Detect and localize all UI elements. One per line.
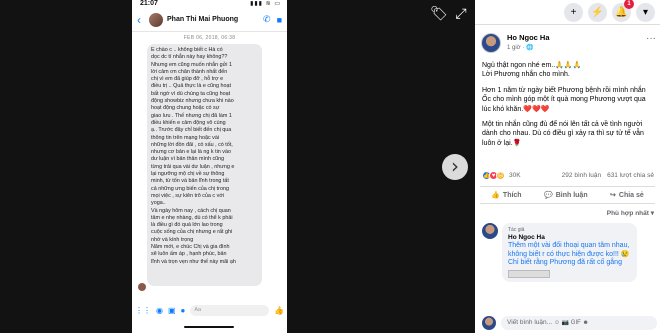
phone-call-icon: ✆ xyxy=(263,14,271,24)
top-navigation: + ⚡ 🔔 1 ▾ xyxy=(475,0,660,24)
composer-input: Aa xyxy=(190,304,270,316)
post-timestamp[interactable]: 1 giờ · 🌐 xyxy=(507,44,550,51)
post-paragraph: Hơn 1 năm từ ngày biết Phương bệnh rồi m… xyxy=(482,86,646,113)
phone-status-bar: 21:07 ▮▮▮ ≋ ▭ xyxy=(132,0,287,8)
message-composer: ⋮⋮ ◉ ▣ ● Aa 👍 xyxy=(132,300,287,320)
commenter-avatar[interactable] xyxy=(482,223,498,239)
tag-icon[interactable]: 🏷 xyxy=(430,5,448,21)
comment-author-name[interactable]: Ho Ngoc Ha xyxy=(508,234,631,241)
comment-composer: Viết bình luận... ☺ 📷 GIF ☻ xyxy=(482,314,657,332)
current-user-avatar xyxy=(482,316,496,330)
comment-image-thumbnail[interactable] xyxy=(508,269,550,278)
sender-avatar xyxy=(138,283,146,291)
chat-contact-name: Phan Thi Mai Phuong xyxy=(167,16,239,23)
author-avatar[interactable] xyxy=(481,33,501,53)
post-paragraph: Ngủ thật ngon nhé em..🙏🙏🙏 Lời Phương nhắ… xyxy=(482,62,582,79)
share-icon: ↪ xyxy=(610,192,616,199)
comment-sort-dropdown[interactable]: Phù hợp nhất ▾ xyxy=(571,209,654,217)
image-icon: ▣ xyxy=(167,305,176,315)
comment-bubble: Tác giả Ho Ngoc Ha Thêm một vài đối thoạ… xyxy=(502,223,637,282)
mic-icon: ● xyxy=(180,305,186,315)
phone-status-icons: ▮▮▮ ≋ ▭ xyxy=(250,1,281,7)
post-actions: 👍 Thích 💬 Bình luận ↪ Chia sẻ xyxy=(480,186,655,204)
next-photo-button[interactable]: › xyxy=(442,154,468,180)
comment-input[interactable]: Viết bình luận... ☺ 📷 GIF ☻ xyxy=(501,316,657,330)
post-panel: Ho Ngoc Ha 1 giờ · 🌐 ··· Ngủ thật ngon n… xyxy=(475,24,660,333)
message-text: E chào c .. không biết c Hà có dọc dc tí… xyxy=(151,47,236,265)
post-paragraph: Một tin nhắn cũng đủ để nói lên tất cả v… xyxy=(482,121,644,147)
share-label: Chia sẻ xyxy=(618,191,644,199)
message-bubble: E chào c .. không biết c Hà có dọc dc tí… xyxy=(147,44,262,286)
notification-badge: 1 xyxy=(624,0,634,9)
chat-avatar xyxy=(149,12,163,27)
back-arrow-icon: ‹ xyxy=(137,12,141,27)
comment-button[interactable]: 💬 Bình luận xyxy=(544,191,588,200)
messenger-screenshot-photo: 21:07 ▮▮▮ ≋ ▭ ‹ Phan Thi Mai Phuong ✆ ■ … xyxy=(132,0,287,333)
share-button[interactable]: ↪ Chia sẻ xyxy=(610,191,644,200)
phone-status-time: 21:07 xyxy=(140,0,158,7)
plus-icon[interactable]: + xyxy=(564,2,583,22)
comment-icon: 💬 xyxy=(544,192,553,199)
camera-icon: ◉ xyxy=(156,305,163,315)
chat-header: ‹ Phan Thi Mai Phuong ✆ ■ xyxy=(132,8,287,32)
home-indicator xyxy=(184,326,234,328)
share-count[interactable]: 631 lượt chia sẻ xyxy=(607,172,654,179)
chevron-down-icon[interactable]: ▾ xyxy=(636,2,655,22)
post-header: Ho Ngoc Ha 1 giờ · 🌐 ··· xyxy=(481,33,656,57)
like-button[interactable]: 👍 Thích xyxy=(491,191,522,200)
like-label: Thích xyxy=(502,191,522,199)
like-icon: 👍 xyxy=(274,305,284,315)
comment-count[interactable]: 292 bình luận xyxy=(562,172,601,179)
comment-input-tools[interactable]: ☺ 📷 GIF ☻ xyxy=(554,320,594,326)
bell-icon[interactable]: 🔔 1 xyxy=(612,0,634,22)
post-body: Ngủ thật ngon nhé em..🙏🙏🙏 Lời Phương nhắ… xyxy=(482,61,654,154)
chat-date-divider: FEB 06, 2018, 06:38 xyxy=(183,35,236,41)
post-author-name[interactable]: Ho Ngoc Ha xyxy=(507,33,550,42)
comment-text: Thêm một vài đối thoại quan tâm nhau, kh… xyxy=(508,242,630,267)
comment-input-placeholder: Viết bình luận... xyxy=(507,319,553,326)
expand-icon[interactable]: ⤢ xyxy=(452,4,470,22)
author-tag-label: Tác giả xyxy=(508,227,525,233)
comment-label: Bình luận xyxy=(555,191,588,199)
thumbs-up-icon: 👍 xyxy=(491,192,500,199)
more-options-icon[interactable]: ··· xyxy=(646,33,656,57)
author-meta: Ho Ngoc Ha 1 giờ · 🌐 xyxy=(507,33,550,57)
sad-reaction-icon[interactable]: ☹ xyxy=(496,170,505,180)
grid-icon: ⋮⋮ xyxy=(135,305,151,315)
reactions-summary: 👍 ♥ ☹ 30K 292 bình luận 631 lượt chia sẻ xyxy=(482,169,654,181)
video-call-icon: ■ xyxy=(276,14,282,25)
reaction-count[interactable]: 30K xyxy=(509,172,521,179)
messenger-icon[interactable]: ⚡ xyxy=(588,2,607,22)
photo-viewer: 21:07 ▮▮▮ ≋ ▭ ‹ Phan Thi Mai Phuong ✆ ■ … xyxy=(0,0,475,333)
